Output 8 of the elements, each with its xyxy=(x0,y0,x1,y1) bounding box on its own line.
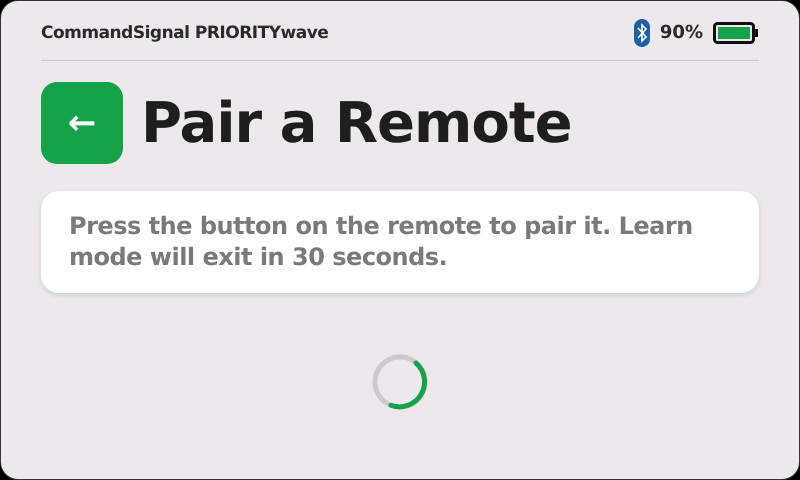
loading-spinner xyxy=(371,353,429,412)
instruction-text: Press the button on the remote to pair it. Learn mode will exit in 30 seconds. xyxy=(41,191,759,294)
page-title: Pair a Remote xyxy=(141,90,572,156)
bluetooth-icon xyxy=(634,18,650,46)
back-button[interactable]: ← xyxy=(41,82,123,164)
battery-icon xyxy=(713,22,759,44)
battery-percent: 90% xyxy=(660,22,703,43)
app-title: CommandSignal PRIORITYwave xyxy=(41,22,328,42)
